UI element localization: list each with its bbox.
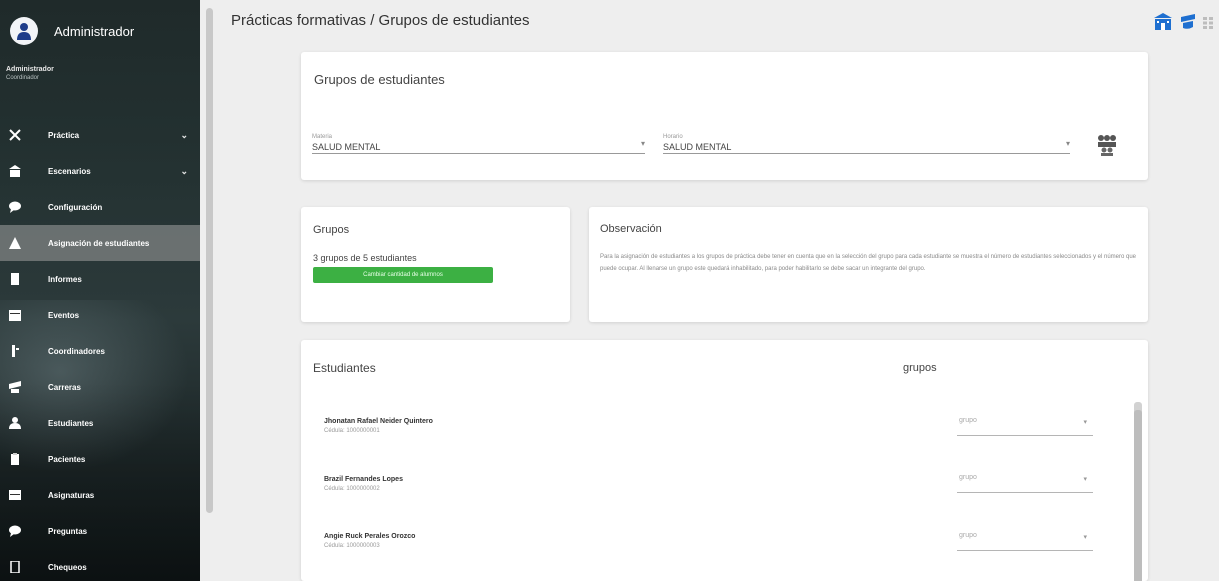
chevron-down-icon: ▾ bbox=[1083, 534, 1087, 541]
change-student-count-button[interactable]: Cambiar cantidad de alumnos bbox=[313, 267, 493, 283]
student-row: Brazil Fernandes Lopes Cédula: 100000000… bbox=[324, 476, 403, 492]
sidebar-item-label: Preguntas bbox=[48, 526, 88, 536]
student-name: Angie Ruck Perales Orozco bbox=[324, 533, 416, 540]
groups-card: Grupos 3 grupos de 5 estudiantes Cambiar… bbox=[301, 207, 570, 322]
sidebar-item-label: Asignaturas bbox=[48, 490, 95, 500]
sidebar-item-label: Informes bbox=[48, 274, 82, 284]
sidebar: Administrador Administrador Coordinador … bbox=[0, 0, 200, 581]
graduation-cap-icon[interactable] bbox=[1179, 13, 1197, 36]
person-icon bbox=[8, 416, 22, 430]
groups-card-title: Grupos bbox=[313, 224, 350, 236]
chevron-down-icon: ▾ bbox=[640, 139, 645, 148]
sidebar-item[interactable]: Eventos bbox=[0, 297, 200, 333]
observation-text: Para la asignación de estudiantes a los … bbox=[600, 254, 1137, 272]
sidebar-item[interactable]: Coordinadores bbox=[0, 333, 200, 369]
sidebar-item-label: Pacientes bbox=[48, 454, 86, 464]
institution-icon[interactable] bbox=[1153, 12, 1173, 37]
group-select-value: grupo bbox=[959, 417, 977, 424]
observation-card: Observación Para la asignación de estudi… bbox=[589, 207, 1148, 322]
subject-select-label: Materia bbox=[312, 134, 333, 140]
chevron-down-icon: ⌄ bbox=[180, 165, 188, 176]
student-row: Jhonatan Rafael Neider Quintero Cédula: … bbox=[324, 418, 433, 434]
student-name: Brazil Fernandes Lopes bbox=[324, 476, 403, 483]
group-select[interactable]: grupo ▾ bbox=[957, 525, 1093, 551]
sidebar-item[interactable]: Práctica ⌄ bbox=[0, 117, 200, 153]
avatar[interactable] bbox=[10, 17, 38, 45]
group-select-value: grupo bbox=[959, 474, 977, 481]
groups-summary: 3 grupos de 5 estudiantes bbox=[313, 253, 417, 263]
clipboard-check-icon bbox=[8, 560, 22, 574]
chevron-down-icon: ▾ bbox=[1065, 139, 1070, 148]
group-select-value: grupo bbox=[959, 532, 977, 539]
students-card-title: Estudiantes bbox=[313, 361, 376, 375]
subject-select[interactable]: Materia SALUD MENTAL ▾ bbox=[312, 134, 645, 154]
sidebar-item[interactable]: Chequeos bbox=[0, 549, 200, 581]
student-name: Jhonatan Rafael Neider Quintero bbox=[324, 418, 433, 425]
user-name: Administrador bbox=[6, 66, 54, 73]
student-row: Angie Ruck Perales Orozco Cédula: 100000… bbox=[324, 533, 415, 549]
user-avatar-icon bbox=[17, 23, 31, 40]
group-select[interactable]: grupo ▾ bbox=[957, 467, 1093, 493]
sidebar-item[interactable]: Preguntas bbox=[0, 513, 200, 549]
clipboard-icon bbox=[8, 452, 22, 466]
graduation-icon bbox=[8, 380, 22, 394]
sidebar-item[interactable]: Pacientes bbox=[0, 441, 200, 477]
sidebar-user-info: Administrador Coordinador bbox=[0, 62, 200, 117]
subject-select-value: SALUD MENTAL bbox=[312, 142, 381, 152]
students-scrollbar-thumb[interactable] bbox=[1134, 410, 1142, 581]
sidebar-scrollbar[interactable] bbox=[206, 8, 213, 513]
schedule-select-value: SALUD MENTAL bbox=[663, 142, 732, 152]
schedule-select[interactable]: Horario SALUD MENTAL ▾ bbox=[663, 134, 1070, 154]
building-icon bbox=[8, 164, 22, 178]
book-icon bbox=[8, 488, 22, 502]
breadcrumb: Prácticas formativas / Grupos de estudia… bbox=[231, 12, 530, 29]
grid-menu-icon[interactable] bbox=[1203, 16, 1213, 34]
comment-icon bbox=[8, 524, 22, 538]
sidebar-item-label: Eventos bbox=[48, 310, 80, 320]
student-id: Cédula: 1000000003 bbox=[324, 543, 380, 549]
sidebar-item[interactable]: Informes bbox=[0, 261, 200, 297]
chevron-down-icon: ▾ bbox=[1083, 419, 1087, 426]
sidebar-item-label: Escenarios bbox=[48, 166, 91, 176]
user-tie-icon bbox=[8, 344, 22, 358]
sidebar-item-label: Coordinadores bbox=[48, 346, 105, 356]
group-select[interactable]: grupo ▾ bbox=[957, 410, 1093, 436]
students-card: Estudiantes grupos Jhonatan Rafael Neide… bbox=[301, 340, 1148, 581]
observation-card-title: Observación bbox=[600, 223, 662, 235]
sidebar-item-label: Carreras bbox=[48, 382, 81, 392]
tools-icon bbox=[8, 128, 22, 142]
top-toolbar bbox=[1153, 12, 1213, 37]
people-icon bbox=[8, 236, 22, 250]
sidebar-item[interactable]: Configuración bbox=[0, 189, 200, 225]
sidebar-item[interactable]: Asignaturas bbox=[0, 477, 200, 513]
calendar-icon bbox=[8, 308, 22, 322]
chevron-down-icon: ⌄ bbox=[180, 129, 188, 140]
student-id: Cédula: 1000000001 bbox=[324, 428, 380, 434]
assign-group-icon[interactable] bbox=[1097, 134, 1117, 161]
sidebar-header: Administrador bbox=[0, 0, 200, 62]
sidebar-item[interactable]: Asignación de estudiantes bbox=[0, 225, 200, 261]
user-role: Coordinador bbox=[6, 75, 40, 81]
sidebar-item-label: Asignación de estudiantes bbox=[48, 238, 150, 248]
sidebar-item-label: Chequeos bbox=[48, 562, 87, 572]
sidebar-item-label: Estudiantes bbox=[48, 418, 94, 428]
schedule-select-label: Horario bbox=[663, 134, 683, 140]
student-id: Cédula: 1000000002 bbox=[324, 486, 380, 492]
groups-column-header: grupos bbox=[903, 362, 937, 374]
document-icon bbox=[8, 272, 22, 286]
sidebar-item-label: Configuración bbox=[48, 202, 103, 212]
filter-card-title: Grupos de estudiantes bbox=[314, 72, 445, 87]
sidebar-item[interactable]: Estudiantes bbox=[0, 405, 200, 441]
sidebar-item-label: Práctica bbox=[48, 130, 80, 140]
sidebar-item[interactable]: Escenarios ⌄ bbox=[0, 153, 200, 189]
chat-icon bbox=[8, 200, 22, 214]
sidebar-item[interactable]: Carreras bbox=[0, 369, 200, 405]
filter-card: Grupos de estudiantes Materia SALUD MENT… bbox=[301, 52, 1148, 180]
chevron-down-icon: ▾ bbox=[1083, 476, 1087, 483]
sidebar-title: Administrador bbox=[54, 23, 135, 39]
students-scrollbar[interactable] bbox=[1134, 402, 1142, 581]
